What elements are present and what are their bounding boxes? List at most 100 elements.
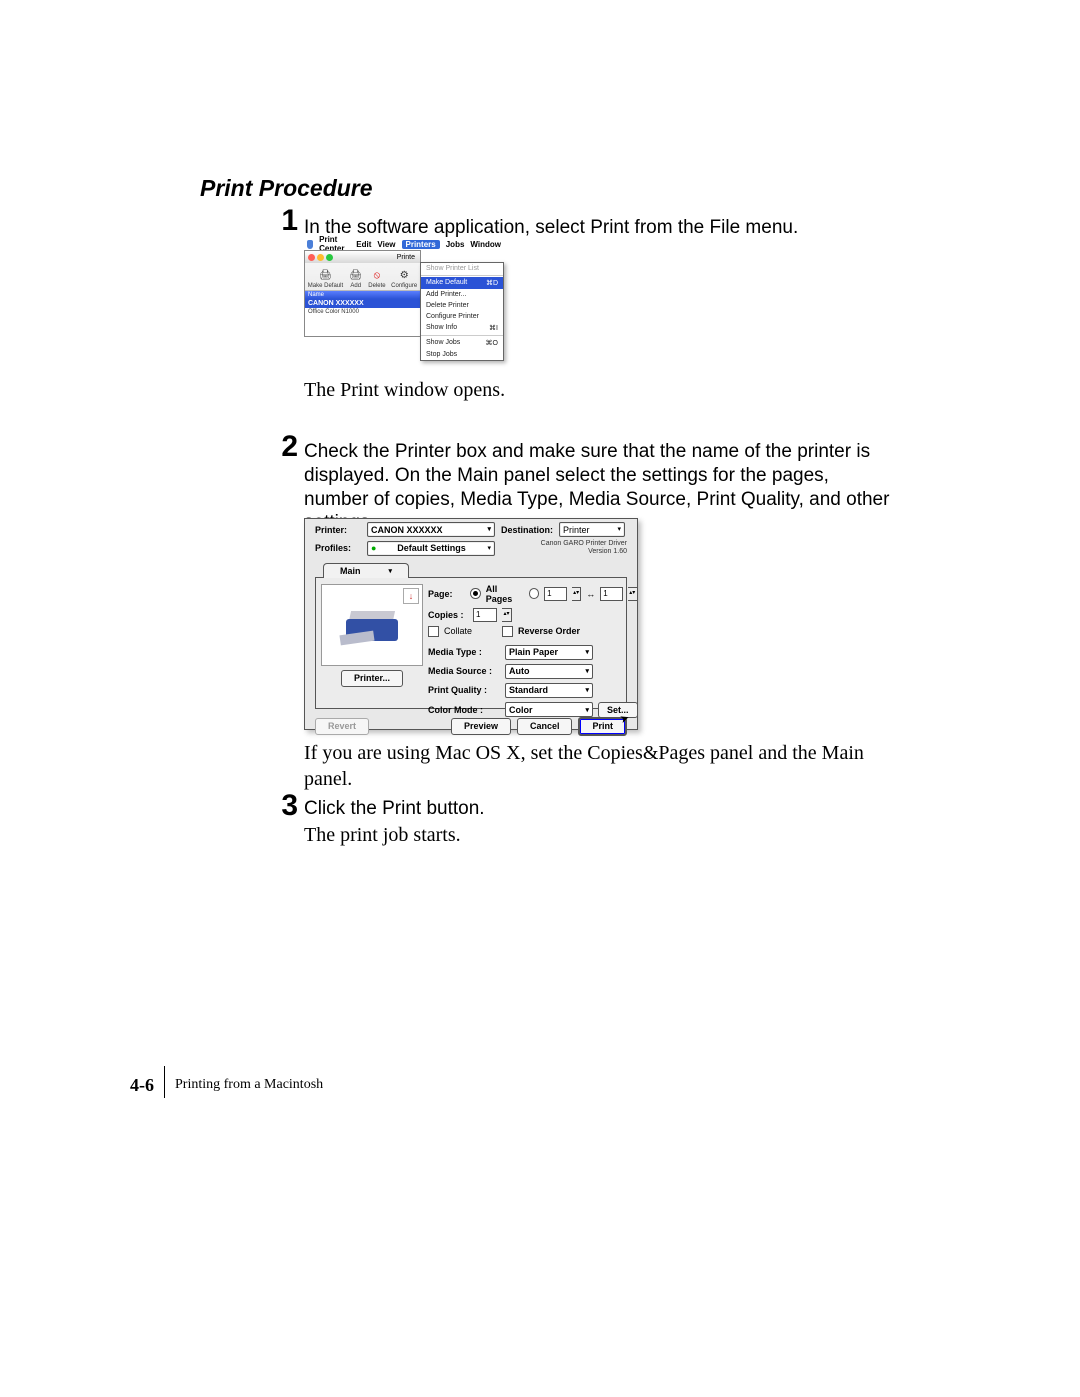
step1-result: The Print window opens. xyxy=(304,377,894,403)
destination-select[interactable]: Printer▾ xyxy=(559,522,625,537)
dropdown-arrow-icon: ▾ xyxy=(487,526,491,533)
menu-show-printer-list[interactable]: Show Printer List xyxy=(421,263,503,274)
dropdown-arrow-icon: ▾ xyxy=(585,686,589,694)
page-from-input[interactable]: 1 xyxy=(544,587,567,601)
media-source-field: Media Source : Auto ▾ xyxy=(428,664,638,679)
color-mode-label: Color Mode : xyxy=(428,705,500,715)
copies-label: Copies : xyxy=(428,610,468,620)
driver-version: Version 1.60 xyxy=(588,548,627,555)
tab-main-label: Main xyxy=(340,566,361,576)
step-number-2: 2 xyxy=(268,430,298,464)
printer-settings-button[interactable]: Printer... xyxy=(341,670,403,687)
printer-default-icon: 🖨 xyxy=(318,268,332,282)
media-source-label: Media Source : xyxy=(428,666,500,676)
menu-delete-printer[interactable]: Delete Printer xyxy=(421,300,503,311)
mac-menubar: Print Center Edit View Printers Jobs Win… xyxy=(304,238,504,250)
tab-row: Main ▾ xyxy=(305,560,637,577)
print-dialog-profiles-row: Profiles: ● Default Settings ▾ Canon GAR… xyxy=(305,540,637,560)
stepper-icon[interactable]: ▴▾ xyxy=(628,587,637,601)
profile-bullet-icon: ● xyxy=(371,543,376,553)
stepper-icon[interactable]: ▴▾ xyxy=(502,608,512,622)
step1-instruction: In the software application, select Prin… xyxy=(304,216,894,240)
cancel-button[interactable]: Cancel xyxy=(517,718,573,735)
printer-select-value: CANON XXXXXX xyxy=(371,525,443,535)
chapter-title: Printing from a Macintosh xyxy=(175,1077,323,1093)
close-traffic-light-icon[interactable] xyxy=(308,254,315,261)
printer-list-selected[interactable]: CANON XXXXXX xyxy=(305,299,420,308)
copies-input[interactable]: 1 xyxy=(473,608,497,622)
menu-show-info-shortcut: ⌘I xyxy=(489,324,498,332)
printer-list-empty xyxy=(305,316,420,336)
menu-make-default-label: Make Default xyxy=(426,279,467,287)
menu-window[interactable]: Window xyxy=(470,240,501,249)
zoom-traffic-light-icon[interactable] xyxy=(326,254,333,261)
menu-make-default[interactable]: Make Default ⌘D xyxy=(421,277,503,289)
window-titlebar: Printe xyxy=(305,251,420,263)
dropdown-arrow-icon: ▾ xyxy=(389,567,393,575)
media-type-label: Media Type : xyxy=(428,647,500,657)
print-quality-value: Standard xyxy=(509,685,548,695)
menu-separator xyxy=(421,335,503,336)
page-to-input[interactable]: 1 xyxy=(600,587,623,601)
panel-right-column: Page: All Pages 1▴▾ ↔ 1▴▾ Copies : 1▴▾ C… xyxy=(428,584,638,702)
menu-separator xyxy=(421,275,503,276)
apple-menu-icon[interactable] xyxy=(307,240,313,249)
media-type-value: Plain Paper xyxy=(509,647,558,657)
menu-edit[interactable]: Edit xyxy=(356,240,371,249)
printer-select[interactable]: CANON XXXXXX ▾ xyxy=(367,522,495,537)
menu-make-default-shortcut: ⌘D xyxy=(486,279,498,287)
color-mode-select[interactable]: Color▾ xyxy=(505,702,593,717)
tab-main[interactable]: Main ▾ xyxy=(323,563,409,578)
configure-icon: ⚙ xyxy=(397,268,411,282)
screenshot-print-dialog: Printer: CANON XXXXXX▾ Destination: Prin… xyxy=(304,518,638,730)
all-pages-radio[interactable] xyxy=(470,588,480,599)
reverse-checkbox[interactable] xyxy=(502,626,513,637)
media-type-field: Media Type : Plain Paper▾ xyxy=(428,645,638,660)
menu-show-jobs[interactable]: Show Jobs ⌘O xyxy=(421,337,503,349)
stepper-icon[interactable]: ▴▾ xyxy=(572,587,581,601)
delete-icon: ⦸ xyxy=(370,268,384,282)
menu-view[interactable]: View xyxy=(377,240,395,249)
copies-field: Copies : 1 ▴▾ xyxy=(428,608,638,622)
media-source-value: Auto xyxy=(509,666,530,676)
toolbar-make-default[interactable]: 🖨 Make Default xyxy=(308,268,343,289)
printers-dropdown-menu: Show Printer List Make Default ⌘D Add Pr… xyxy=(420,262,504,361)
toolbar-make-default-label: Make Default xyxy=(308,283,343,289)
toolbar-add[interactable]: 🖨 Add xyxy=(349,268,363,289)
minimize-traffic-light-icon[interactable] xyxy=(317,254,324,261)
panel-left-column: ↓ Printer... xyxy=(322,584,422,702)
preview-button[interactable]: Preview xyxy=(451,718,511,735)
dropdown-arrow-icon: ▾ xyxy=(585,667,589,675)
printer-add-icon: 🖨 xyxy=(349,268,363,282)
menu-add-printer[interactable]: Add Printer... xyxy=(421,289,503,300)
page-range-radio[interactable] xyxy=(529,588,539,599)
dropdown-arrow-icon: ▾ xyxy=(487,545,491,552)
revert-button[interactable]: Revert xyxy=(315,718,369,735)
print-quality-select[interactable]: Standard ▾ xyxy=(505,683,593,698)
print-center-toolbar: 🖨 Make Default 🖨 Add ⦸ Delete ⚙ Configur… xyxy=(305,263,420,291)
menu-configure-printer[interactable]: Configure Printer xyxy=(421,311,503,322)
section-title: Print Procedure xyxy=(200,175,373,202)
dialog-footer: Revert Preview Cancel Print xyxy=(305,715,637,742)
menu-show-jobs-label: Show Jobs xyxy=(426,339,460,347)
menu-show-jobs-shortcut: ⌘O xyxy=(486,339,498,347)
collate-checkbox[interactable] xyxy=(428,626,439,637)
print-quality-label: Print Quality : xyxy=(428,685,500,695)
media-source-select[interactable]: Auto ▾ xyxy=(505,664,593,679)
page-field: Page: All Pages 1▴▾ ↔ 1▴▾ xyxy=(428,584,638,604)
menu-jobs[interactable]: Jobs xyxy=(446,240,465,249)
step3-result: The print job starts. xyxy=(304,822,894,848)
printer-list-row[interactable]: Office Color N1000 xyxy=(305,308,420,316)
color-mode-field: Color Mode : Color▾ Set... xyxy=(428,702,638,718)
page-footer: 4-6 Printing from a Macintosh xyxy=(130,1072,323,1098)
menu-stop-jobs[interactable]: Stop Jobs xyxy=(421,349,503,360)
toolbar-configure[interactable]: ⚙ Configure xyxy=(391,268,417,289)
menu-show-info[interactable]: Show Info ⌘I xyxy=(421,322,503,334)
orientation-corner-icon: ↓ xyxy=(403,588,419,604)
media-type-select[interactable]: Plain Paper▾ xyxy=(505,645,593,660)
collate-field: Collate Reverse Order xyxy=(428,626,638,637)
profiles-select[interactable]: ● Default Settings ▾ xyxy=(367,541,495,556)
menu-printers[interactable]: Printers xyxy=(402,240,440,249)
toolbar-delete[interactable]: ⦸ Delete xyxy=(368,268,385,289)
destination-select-value: Printer xyxy=(563,525,590,535)
